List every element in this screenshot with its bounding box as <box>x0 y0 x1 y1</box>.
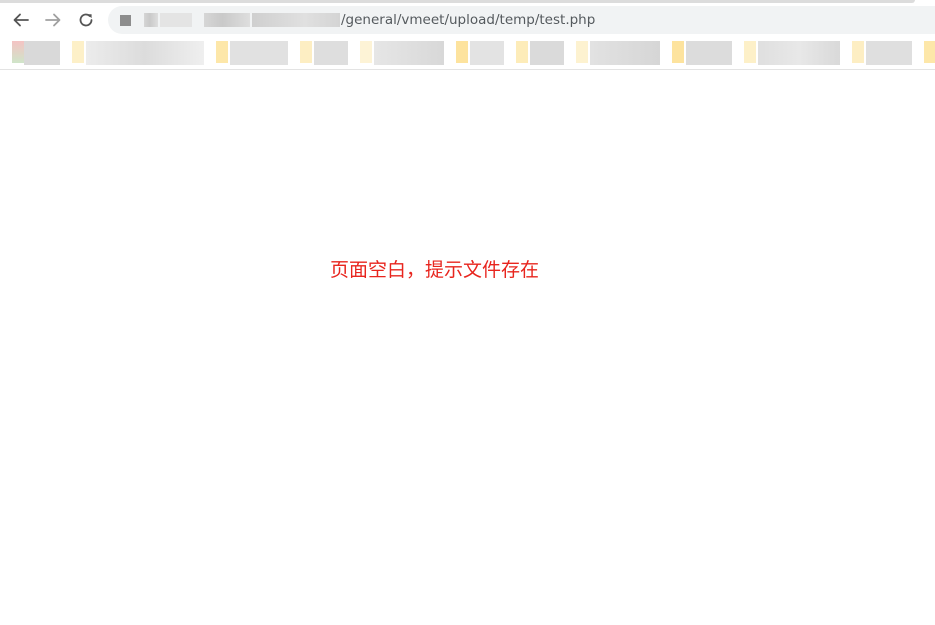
bookmark-favicon <box>456 41 468 63</box>
bookmark-favicon <box>516 41 528 63</box>
arrow-left-icon <box>13 13 29 27</box>
redacted-host <box>144 13 158 27</box>
bookmark-favicon <box>216 41 228 63</box>
bookmark-favicon <box>300 41 312 63</box>
reload-button[interactable] <box>75 9 97 31</box>
bookmark-item[interactable] <box>24 41 60 65</box>
address-bar[interactable]: /general/vmeet/upload/temp/test.php <box>108 6 935 34</box>
bookmark-item[interactable] <box>230 41 288 65</box>
browser-chrome: /general/vmeet/upload/temp/test.php <box>0 0 935 70</box>
bookmark-favicon <box>72 41 84 63</box>
bookmark-favicon <box>672 41 684 63</box>
forward-button[interactable] <box>42 9 64 31</box>
arrow-right-icon <box>45 13 61 27</box>
reload-icon <box>79 13 93 27</box>
bookmark-item[interactable] <box>530 41 564 65</box>
bookmark-item[interactable] <box>590 41 660 65</box>
bookmark-favicon <box>852 41 864 63</box>
bookmark-item[interactable] <box>686 41 732 65</box>
page-message: 页面空白，提示文件存在 <box>330 259 540 281</box>
bookmark-item[interactable] <box>374 41 444 65</box>
url-path[interactable]: /general/vmeet/upload/temp/test.php <box>341 12 595 28</box>
bookmarks-bar <box>0 40 935 66</box>
bookmark-favicon <box>12 41 24 63</box>
bookmark-item[interactable] <box>314 41 348 65</box>
tab-strip <box>0 0 915 3</box>
bookmark-item[interactable] <box>86 41 204 65</box>
redacted-host <box>252 13 340 27</box>
site-info-icon[interactable] <box>120 15 131 26</box>
bookmark-favicon <box>576 41 588 63</box>
bookmark-item[interactable] <box>758 41 840 65</box>
bookmark-favicon <box>360 41 372 63</box>
bookmark-favicon <box>744 41 756 63</box>
bookmark-item[interactable] <box>866 41 912 65</box>
redacted-host <box>204 13 250 27</box>
back-button[interactable] <box>10 9 32 31</box>
bookmark-favicon <box>924 41 935 63</box>
redacted-host <box>160 13 192 27</box>
bookmark-item[interactable] <box>470 41 504 65</box>
page-content: 页面空白，提示文件存在 <box>0 70 935 625</box>
